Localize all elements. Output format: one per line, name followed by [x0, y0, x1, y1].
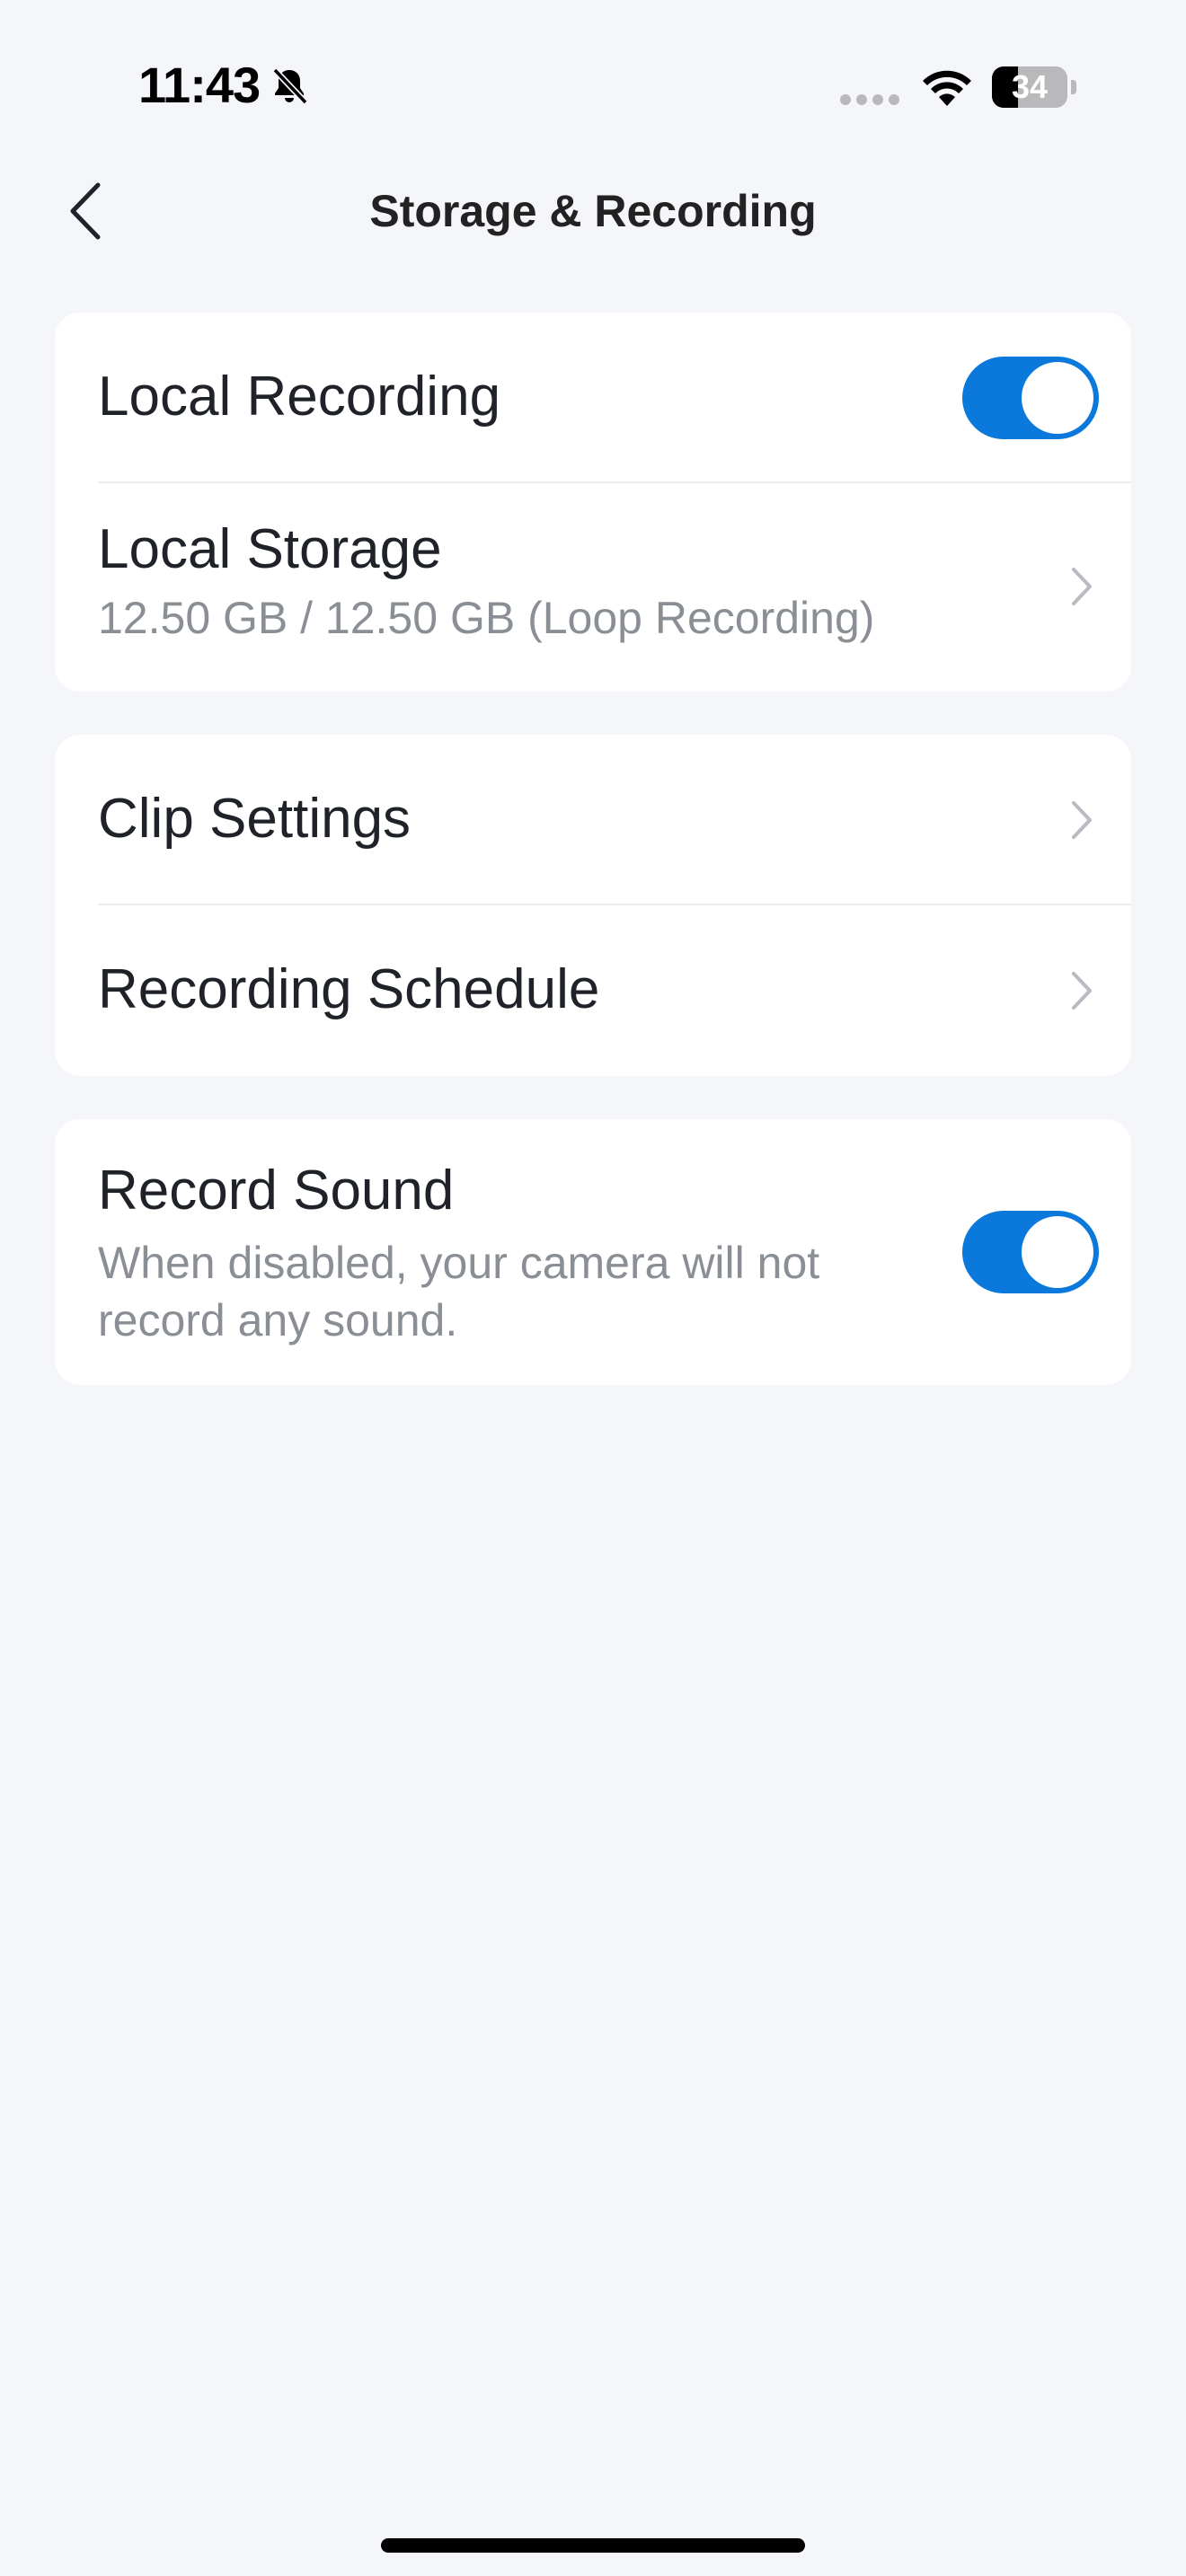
local-storage-label: Local Storage	[98, 518, 442, 580]
local-recording-toggle[interactable]	[962, 357, 1099, 439]
local-recording-row: Local Recording	[55, 313, 1131, 483]
wifi-icon	[923, 70, 971, 106]
recording-schedule-label: Recording Schedule	[98, 958, 600, 1020]
clips-card: Clip Settings Recording Schedule	[55, 735, 1131, 1076]
battery-icon: 34	[992, 66, 1076, 108]
toggle-knob	[1022, 362, 1093, 434]
sound-card: Record Sound When disabled, your camera …	[55, 1119, 1131, 1385]
record-sound-description: When disabled, your camera will not reco…	[98, 1238, 820, 1345]
battery-body: 34	[992, 66, 1067, 108]
local-recording-label: Local Recording	[98, 366, 501, 428]
home-indicator	[381, 2538, 805, 2553]
cellular-signal-icon	[840, 94, 899, 105]
page-title: Storage & Recording	[369, 186, 817, 236]
status-time: 11:43	[138, 57, 261, 113]
toggle-knob	[1022, 1216, 1093, 1288]
battery-cap	[1071, 80, 1076, 94]
battery-level: 34	[1011, 68, 1049, 105]
local-storage-detail: 12.50 GB / 12.50 GB (Loop Recording)	[98, 593, 875, 643]
record-sound-toggle[interactable]	[962, 1211, 1099, 1293]
chevron-right-icon	[1072, 568, 1092, 605]
local-storage-row[interactable]: Local Storage 12.50 GB / 12.50 GB (Loop …	[55, 483, 1131, 692]
clip-settings-label: Clip Settings	[98, 788, 412, 850]
recording-card: Local Recording Local Storage 12.50 GB /…	[55, 313, 1131, 692]
chevron-right-icon	[1072, 801, 1092, 839]
status-bar: 11:43 34	[0, 0, 1186, 162]
clip-settings-row[interactable]: Clip Settings	[55, 735, 1131, 905]
record-sound-label: Record Sound	[98, 1160, 455, 1222]
bell-slash-icon	[272, 67, 308, 105]
chevron-right-icon	[1072, 972, 1092, 1010]
recording-schedule-row[interactable]: Recording Schedule	[55, 905, 1131, 1076]
nav-bar: Storage & Recording	[0, 162, 1186, 260]
record-sound-row: Record Sound When disabled, your camera …	[55, 1119, 1131, 1385]
